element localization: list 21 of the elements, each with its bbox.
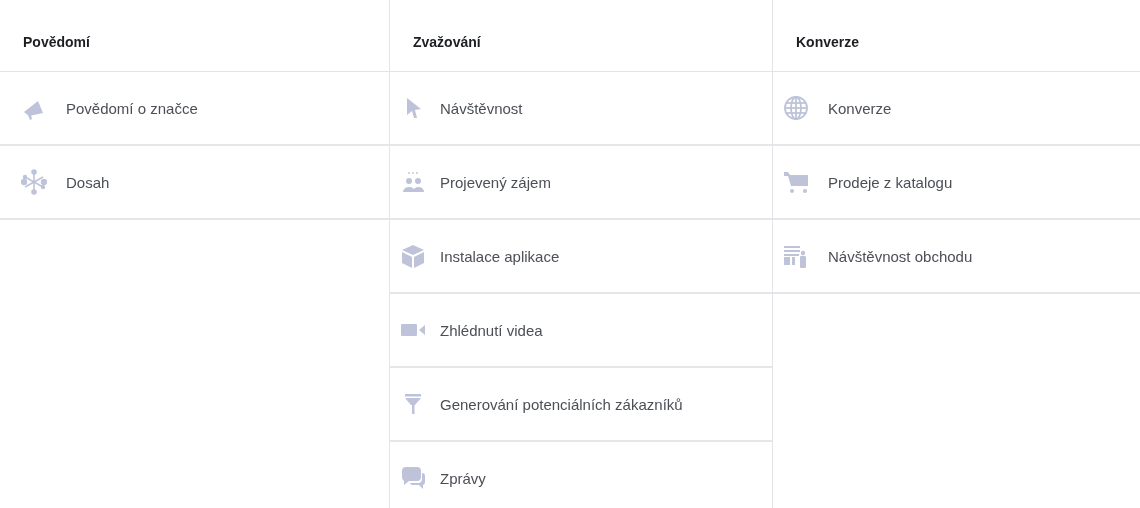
objective-option[interactable]: Povědomí o značce: [0, 72, 389, 146]
objective-option[interactable]: Zhlédnutí videa: [390, 294, 772, 368]
objective-option[interactable]: Zprávy: [390, 442, 772, 508]
objective-option[interactable]: Návštěvnost obchodu: [773, 220, 1140, 294]
column-heading: Konverze: [796, 33, 860, 50]
store-visitor-icon: [783, 243, 809, 269]
objective-option[interactable]: Konverze: [773, 72, 1140, 146]
cart-icon: [783, 169, 809, 195]
objective-option[interactable]: Generování potenciálních zákazníků: [390, 368, 772, 442]
objective-option[interactable]: Projevený zájem: [390, 146, 772, 220]
network-icon: [21, 169, 47, 195]
globe-icon: [783, 95, 809, 121]
people-icon: [400, 169, 426, 195]
objective-option[interactable]: Návštěvnost: [390, 72, 772, 146]
column-heading: Zvažování: [413, 33, 481, 50]
column-heading: Povědomí: [23, 33, 90, 50]
box-icon: [400, 243, 426, 269]
objective-option[interactable]: Instalace aplikace: [390, 220, 772, 294]
objective-option[interactable]: Dosah: [0, 146, 389, 220]
chat-bubbles-icon: [400, 465, 426, 491]
objective-option[interactable]: Prodeje z katalogu: [773, 146, 1140, 220]
